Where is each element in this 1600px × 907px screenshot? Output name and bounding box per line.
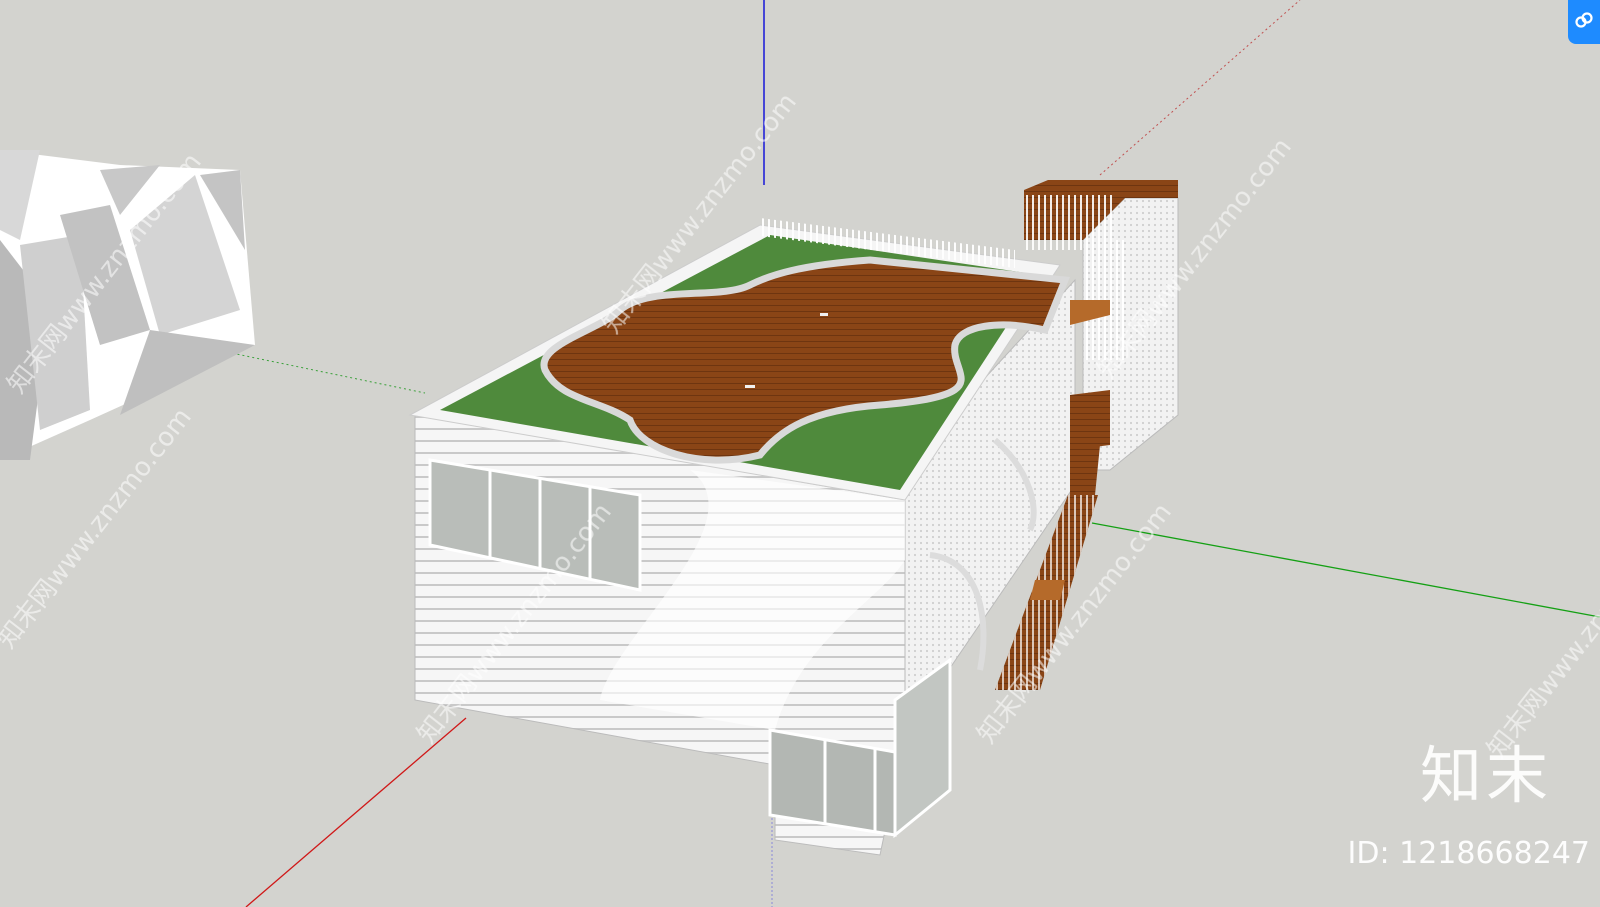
model-viewport[interactable]: 知末网www.znzmo.com 知末网www.znzmo.com 知末网www…	[0, 0, 1600, 907]
building-model[interactable]	[408, 180, 1179, 856]
axis-green	[1091, 522, 1600, 618]
link-button[interactable]	[1568, 0, 1600, 44]
faceted-sculpture	[0, 150, 255, 460]
link-icon	[1574, 10, 1594, 34]
watermark-id: ID: 1218668247	[1347, 836, 1590, 871]
watermark-logo: 知末	[1419, 739, 1552, 812]
scene-canvas[interactable]: 知末网www.znzmo.com 知末网www.znzmo.com 知末网www…	[0, 0, 1600, 907]
